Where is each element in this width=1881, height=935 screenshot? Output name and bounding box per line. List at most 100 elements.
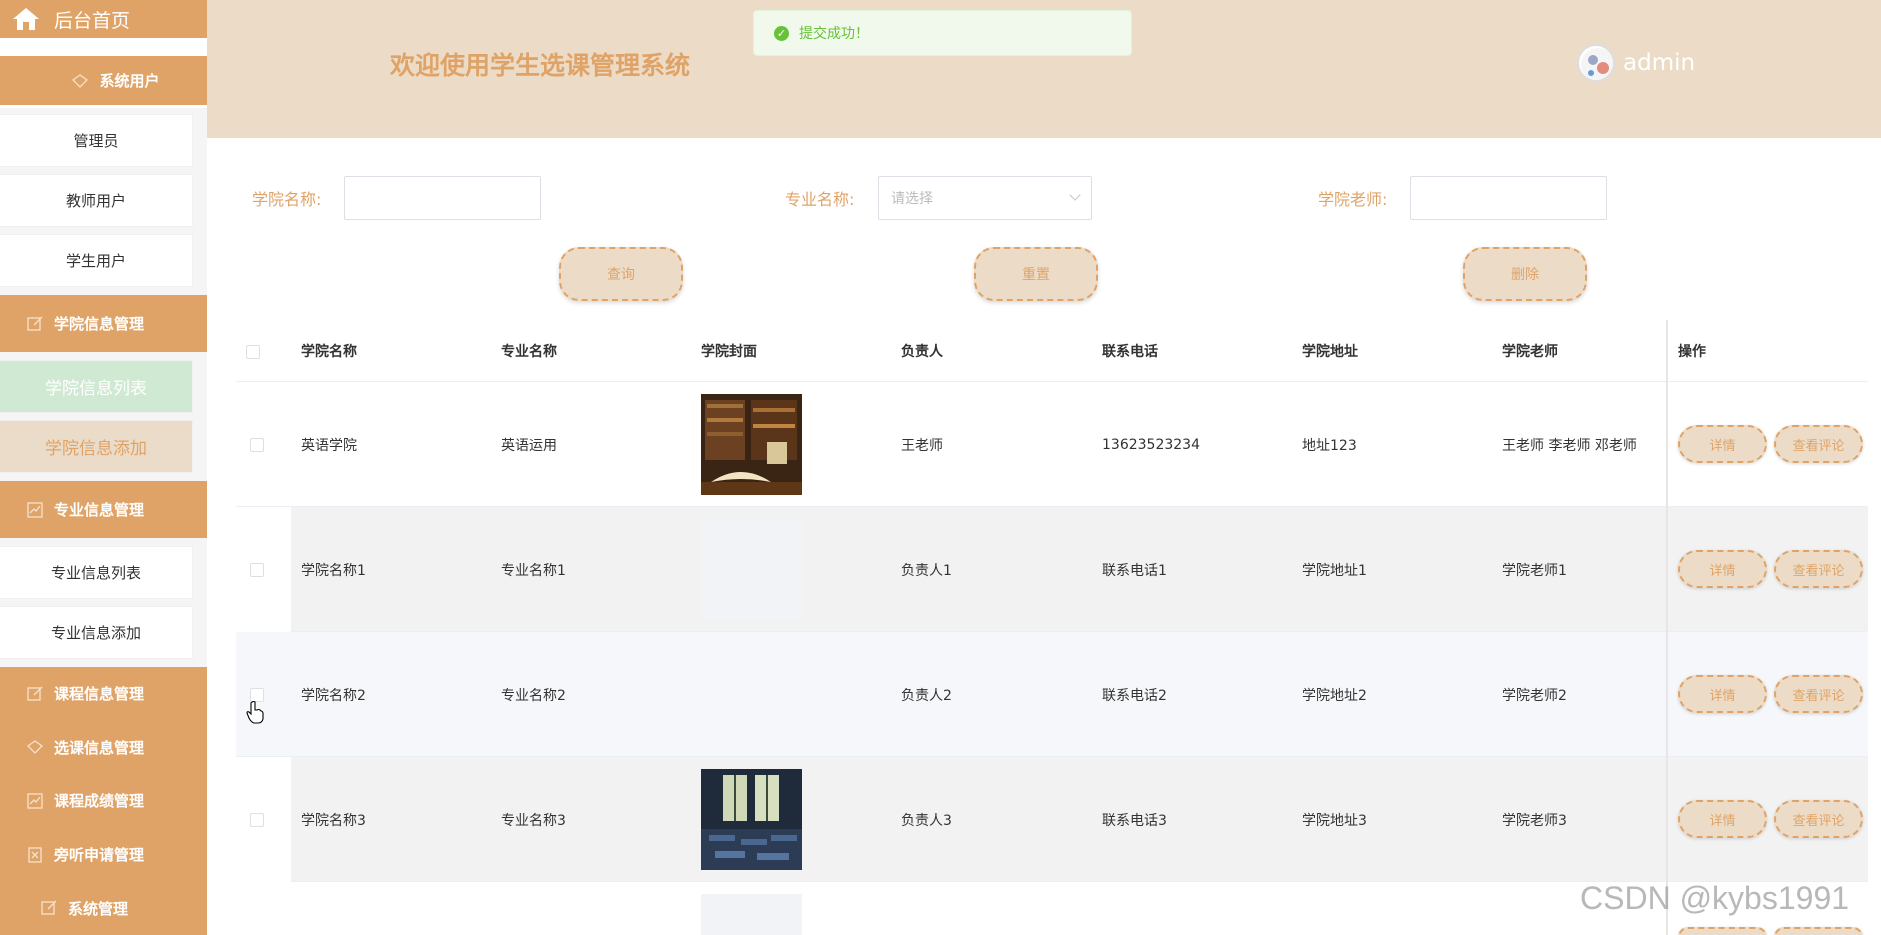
- row-checkbox[interactable]: [250, 563, 264, 577]
- sidebar-group-label: 专业信息管理: [54, 501, 145, 519]
- sidebar-group-major[interactable]: 专业信息管理: [0, 481, 207, 538]
- col-college-name: 学院名称: [301, 344, 357, 360]
- college-table: 学院名称 专业名称 学院封面 负责人 联系电话 学院地址 学院老师 操作 英语学…: [236, 320, 1868, 935]
- cell-address: 学院地址2: [1302, 687, 1367, 704]
- home-link[interactable]: 后台首页: [0, 0, 207, 38]
- sidebar-group-label: 学院信息管理: [54, 315, 145, 333]
- diamond-icon: [26, 738, 44, 756]
- sidebar-item-teacher-users[interactable]: 教师用户: [0, 175, 192, 226]
- sidebar-item-admin[interactable]: 管理员: [0, 115, 192, 166]
- page-title: 欢迎使用学生选课管理系统: [390, 51, 691, 80]
- cell-head: 负责人2: [901, 687, 952, 704]
- sidebar-group-stack: 课程信息管理 选课信息管理 课程成绩管理 旁听申请管理 系统管理: [0, 667, 207, 935]
- college-teacher-input[interactable]: [1410, 176, 1607, 220]
- detail-button[interactable]: 详情: [1678, 550, 1767, 588]
- college-name-input[interactable]: [344, 176, 541, 220]
- home-label: 后台首页: [54, 9, 131, 32]
- sidebar-group-label: 旁听申请管理: [54, 846, 145, 865]
- col-head: 负责人: [901, 344, 943, 360]
- col-address: 学院地址: [1302, 344, 1358, 360]
- major-name-label: 专业名称:: [785, 190, 855, 209]
- row-checkbox[interactable]: [250, 438, 264, 452]
- sidebar-item-label: 专业信息添加: [50, 624, 141, 642]
- table-row: 学院名称2 专业名称2 负责人2 联系电话2 学院地址2 学院老师2 详情 查看…: [236, 632, 1868, 757]
- select-all-checkbox[interactable]: [246, 345, 260, 359]
- detail-button[interactable]: 详情: [1678, 675, 1767, 713]
- chevron-down-icon: [1069, 189, 1081, 201]
- col-major-name: 专业名称: [501, 344, 557, 360]
- avatar: [1577, 44, 1615, 82]
- sidebar-item-major-add[interactable]: 专业信息添加: [0, 607, 192, 658]
- sidebar-group-course[interactable]: 课程信息管理: [26, 667, 144, 721]
- college-teacher-label: 学院老师:: [1318, 190, 1388, 209]
- table-row: 学院名称3 专业名称3 负责人3 联系电话3 学院地址3 学院老师3 详情 查看…: [236, 757, 1868, 882]
- cell-head: 负责人1: [901, 562, 952, 579]
- view-comments-button[interactable]: 查看评论: [1774, 550, 1863, 588]
- avatar-icon: [1581, 48, 1613, 80]
- edit-icon: [40, 899, 58, 917]
- delete-button[interactable]: 删除: [1463, 247, 1587, 301]
- username: admin: [1623, 50, 1696, 76]
- major-name-select[interactable]: 请选择: [878, 176, 1092, 220]
- detail-button[interactable]: 详情: [1678, 425, 1767, 463]
- cell-college: 学院名称1: [301, 562, 366, 579]
- cover-image-library: [701, 394, 802, 495]
- cell-college: 学院名称2: [301, 687, 366, 704]
- hand-cursor-icon: [246, 700, 264, 724]
- cell-phone: 联系电话1: [1102, 562, 1167, 579]
- edit-icon: [26, 685, 44, 703]
- sidebar-group-system[interactable]: 系统管理: [26, 881, 128, 935]
- sidebar-group-label: 选课信息管理: [54, 738, 145, 757]
- sidebar-group-grades[interactable]: 课程成绩管理: [26, 774, 144, 828]
- view-comments-button[interactable]: 查看评论: [1774, 675, 1863, 713]
- cell-major: 专业名称3: [501, 812, 566, 829]
- cell-major: 专业名称1: [501, 562, 566, 579]
- cover-image-placeholder: [701, 519, 802, 620]
- toast-message: 提交成功！: [799, 26, 869, 42]
- cell-college: 英语学院: [301, 437, 357, 454]
- cell-head: 负责人3: [901, 812, 952, 829]
- table-header: 学院名称 专业名称 学院封面 负责人 联系电话 学院地址 学院老师 操作: [236, 320, 1868, 382]
- sidebar-group-label: 系统管理: [68, 899, 129, 918]
- sidebar-item-label: 学生用户: [65, 252, 126, 270]
- sidebar-group-label: 课程信息管理: [54, 685, 145, 704]
- view-comments-button[interactable]: 查看评论: [1774, 800, 1863, 838]
- edit-icon: [26, 315, 44, 333]
- cover-image-placeholder: [701, 894, 802, 935]
- sidebar-item-major-list[interactable]: 专业信息列表: [0, 547, 192, 598]
- watermark: CSDN @kybs1991: [1580, 880, 1850, 916]
- sidebar-item-student-users[interactable]: 学生用户: [0, 235, 192, 286]
- query-button[interactable]: 查询: [559, 247, 683, 301]
- table-row: 英语学院 英语运用 王老师 13623523234 地址123 王老师 李老师 …: [236, 382, 1868, 507]
- cell-head: 王老师: [901, 437, 943, 454]
- view-comments-button-partial[interactable]: [1774, 927, 1863, 935]
- cover-image-classroom: [701, 769, 802, 870]
- home-icon: [13, 8, 39, 30]
- sidebar-item-college-list[interactable]: 学院信息列表: [0, 361, 192, 412]
- fixed-column-shadow: [1666, 320, 1668, 935]
- cell-major: 英语运用: [501, 437, 557, 454]
- cell-major: 专业名称2: [501, 687, 566, 704]
- user-menu[interactable]: admin: [1577, 44, 1695, 82]
- diamond-icon: [71, 72, 89, 90]
- detail-button-partial[interactable]: [1678, 927, 1767, 935]
- detail-button[interactable]: 详情: [1678, 800, 1767, 838]
- cell-address: 地址123: [1302, 437, 1357, 454]
- sidebar-group-audit[interactable]: 旁听申请管理: [26, 828, 144, 882]
- sidebar-group-system-users[interactable]: 系统用户: [0, 56, 207, 105]
- major-select-placeholder: 请选择: [891, 191, 933, 207]
- table-row: 学院名称1 专业名称1 负责人1 联系电话1 学院地址1 学院老师1 详情 查看…: [236, 507, 1868, 632]
- sidebar-item-college-add[interactable]: 学院信息添加: [0, 421, 192, 472]
- cell-address: 学院地址3: [1302, 812, 1367, 829]
- sidebar-item-label: 教师用户: [65, 192, 126, 210]
- cell-address: 学院地址1: [1302, 562, 1367, 579]
- sidebar-item-label: 管理员: [73, 132, 119, 150]
- reset-button[interactable]: 重置: [974, 247, 1098, 301]
- row-checkbox[interactable]: [250, 813, 264, 827]
- col-cover: 学院封面: [701, 344, 757, 360]
- cell-teachers: 王老师 李老师 邓老师: [1502, 437, 1637, 454]
- view-comments-button[interactable]: 查看评论: [1774, 425, 1863, 463]
- sidebar-group-college[interactable]: 学院信息管理: [0, 295, 207, 352]
- sidebar-group-selection[interactable]: 选课信息管理: [26, 721, 144, 775]
- sidebar-item-label: 专业信息列表: [50, 564, 141, 582]
